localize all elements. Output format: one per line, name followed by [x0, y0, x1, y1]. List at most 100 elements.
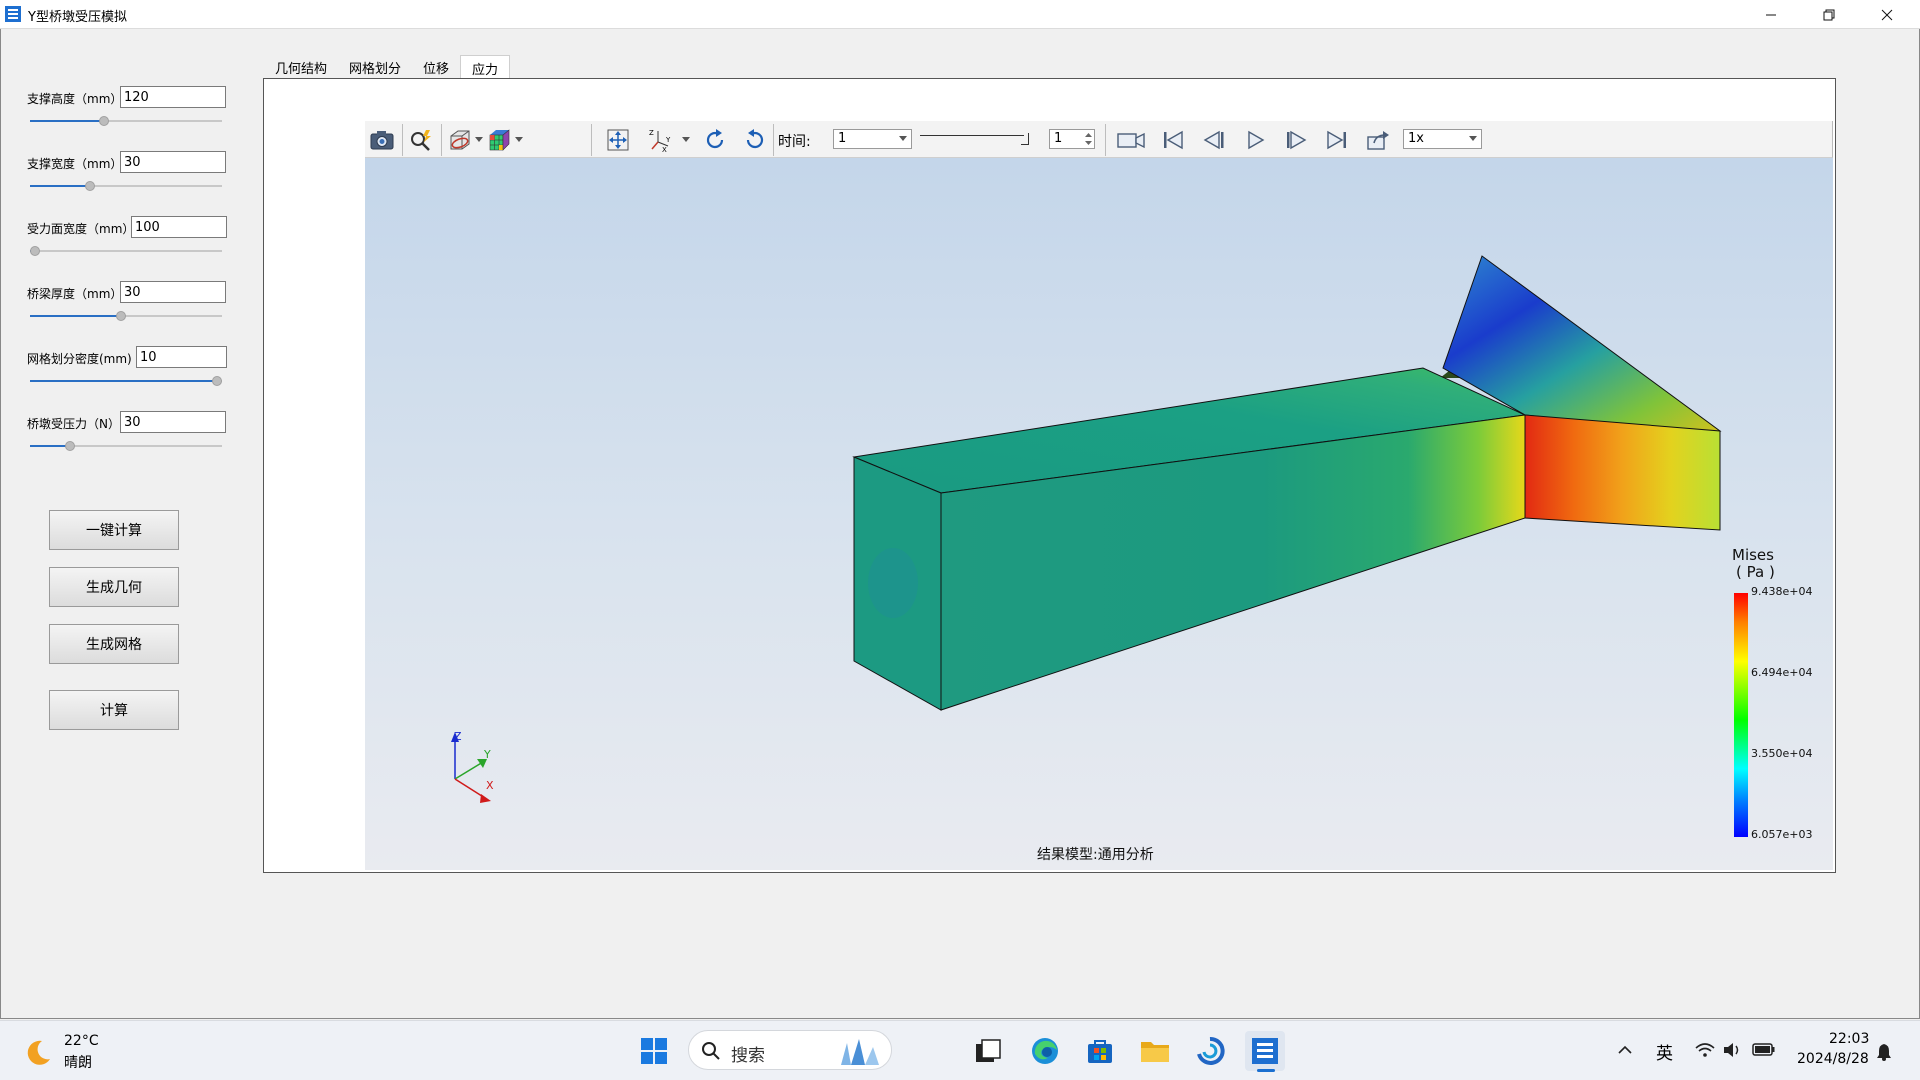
bridge-thickness-input[interactable]	[120, 281, 226, 303]
time-select-value: 1	[838, 131, 847, 146]
spin-arrows-icon[interactable]	[1085, 132, 1092, 146]
moon-icon	[27, 1040, 50, 1065]
support-height-input[interactable]	[120, 86, 226, 108]
camera-icon	[370, 131, 394, 150]
edge-button[interactable]	[1025, 1031, 1065, 1071]
generate-geometry-button[interactable]: 生成几何	[49, 567, 179, 607]
store-icon	[1088, 1040, 1112, 1063]
axis-x-label: X	[486, 779, 494, 792]
tab-displacement[interactable]: 位移	[412, 55, 461, 78]
file-explorer-button[interactable]	[1135, 1031, 1175, 1071]
stress-colorbar	[1734, 593, 1748, 837]
probe-button[interactable]	[407, 126, 435, 154]
load-face-width-input[interactable]	[131, 216, 227, 238]
wifi-icon[interactable]	[1695, 1042, 1715, 1058]
svg-text:X: X	[662, 146, 667, 152]
frame-spinbox-value: 1	[1054, 131, 1063, 146]
volume-icon[interactable]	[1723, 1041, 1743, 1059]
start-button[interactable]	[634, 1031, 674, 1071]
support-width-slider[interactable]	[30, 180, 222, 192]
legend-value-min: 6.057e+03	[1751, 828, 1813, 841]
frame-spinbox[interactable]: 1	[1049, 129, 1095, 149]
load-face	[1524, 414, 1721, 531]
screenshot-button[interactable]	[368, 126, 396, 154]
weather-widget[interactable]: 22°C 晴朗	[22, 1033, 112, 1073]
compute-button[interactable]: 计算	[49, 690, 179, 730]
chevron-down-icon[interactable]	[682, 137, 690, 143]
play-button[interactable]	[1241, 126, 1269, 154]
rotate-ccw-button[interactable]	[741, 126, 769, 154]
pier-pressure-slider[interactable]	[30, 440, 222, 452]
load-face-width-slider[interactable]	[30, 245, 222, 257]
search-icon	[702, 1042, 720, 1060]
search-placeholder: 搜索	[731, 1046, 765, 1066]
active-app-button[interactable]	[1245, 1031, 1285, 1072]
slider-thumb[interactable]	[212, 376, 222, 386]
speed-select[interactable]: 1x	[1403, 129, 1482, 149]
next-frame-button[interactable]	[1282, 126, 1310, 154]
result-tabs: 几何结构 网格划分 位移 应力	[264, 55, 511, 78]
slider-thumb[interactable]	[85, 181, 95, 191]
one-click-compute-button[interactable]: 一键计算	[49, 510, 179, 550]
chevron-down-icon[interactable]	[515, 137, 523, 143]
notification-bell-icon[interactable]	[1876, 1043, 1892, 1061]
color-map-button[interactable]	[485, 126, 513, 154]
mesh-density-input[interactable]	[136, 346, 227, 368]
rotate-ccw-icon	[746, 129, 764, 149]
export-button[interactable]	[1364, 126, 1392, 154]
clock-date[interactable]: 2024/8/28	[1797, 1051, 1869, 1067]
time-select[interactable]: 1	[833, 129, 912, 149]
axis-view-button[interactable]: Z YX	[646, 126, 674, 154]
record-video-button[interactable]	[1117, 126, 1145, 154]
support-width-input[interactable]	[120, 151, 226, 173]
prev-frame-button[interactable]	[1200, 126, 1228, 154]
step-forward-icon	[1287, 130, 1307, 150]
maximize-button[interactable]	[1800, 0, 1858, 29]
mesh-density-slider[interactable]	[30, 375, 222, 387]
slider-thumb[interactable]	[99, 116, 109, 126]
clip-view-button[interactable]	[446, 126, 474, 154]
edge-browser-icon	[1032, 1038, 1058, 1064]
ime-indicator[interactable]: 英	[1656, 1039, 1673, 1064]
app-swirl-button[interactable]	[1190, 1031, 1230, 1071]
tab-stress[interactable]: 应力	[460, 55, 511, 78]
folder-icon	[1141, 1042, 1169, 1062]
magnifier-probe-icon	[411, 130, 431, 151]
taskbar-search[interactable]: 搜索	[688, 1030, 892, 1070]
close-button[interactable]	[1858, 0, 1916, 29]
battery-icon[interactable]	[1752, 1041, 1776, 1057]
viewer-toolbar: Z YX 时间: 1 1 1x	[365, 121, 1833, 158]
store-button[interactable]	[1080, 1031, 1120, 1071]
time-label: 时间:	[778, 134, 811, 150]
clock-time[interactable]: 22:03	[1829, 1031, 1869, 1047]
title-bar: Y型桥墩受压模拟	[0, 0, 1920, 29]
rotate-cw-button[interactable]	[701, 126, 729, 154]
legend-title: Mises	[1732, 546, 1774, 564]
stress-model-render	[451, 255, 1722, 803]
search-highlight-icon	[841, 1039, 879, 1065]
chevron-up-icon[interactable]	[1618, 1045, 1632, 1055]
fit-view-button[interactable]	[604, 126, 632, 154]
pier-pressure-input[interactable]	[120, 411, 226, 433]
last-frame-button[interactable]	[1323, 126, 1351, 154]
tab-mesh[interactable]: 网格划分	[338, 55, 413, 78]
minimize-button[interactable]	[1742, 0, 1800, 29]
weather-temperature: 22°C	[64, 1033, 99, 1049]
result-model-label: 结果模型:通用分析	[1037, 847, 1154, 863]
support-height-slider[interactable]	[30, 115, 222, 127]
skip-last-icon	[1327, 130, 1346, 150]
slider-thumb[interactable]	[65, 441, 75, 451]
3d-viewport[interactable]: Z Y X	[365, 158, 1833, 870]
first-frame-button[interactable]	[1159, 126, 1187, 154]
slider-thumb[interactable]	[30, 246, 40, 256]
bridge-thickness-slider[interactable]	[30, 310, 222, 322]
tab-geometry[interactable]: 几何结构	[264, 55, 339, 78]
video-camera-icon	[1117, 132, 1145, 149]
slider-thumb[interactable]	[116, 311, 126, 321]
generate-mesh-button[interactable]: 生成网格	[49, 624, 179, 664]
time-slider-track[interactable]	[920, 135, 1024, 136]
time-slider-end[interactable]	[1021, 133, 1029, 145]
task-view-button[interactable]	[968, 1031, 1008, 1071]
rotate-cw-icon	[706, 129, 724, 149]
chevron-down-icon[interactable]	[475, 137, 483, 143]
